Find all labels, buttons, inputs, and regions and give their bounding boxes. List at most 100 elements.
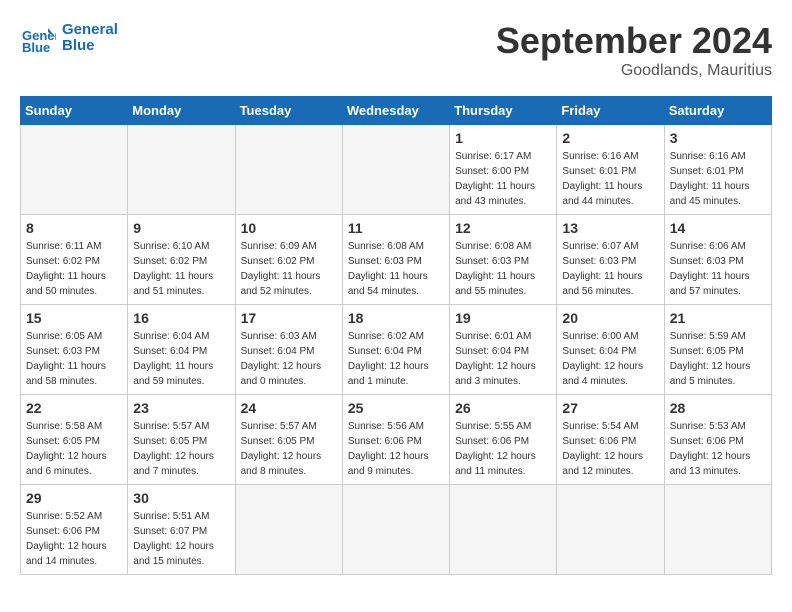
calendar-cell: 17 Sunrise: 6:03 AM Sunset: 6:04 PM Dayl… bbox=[235, 305, 342, 395]
day-info: Sunrise: 5:53 AM Sunset: 6:06 PM Dayligh… bbox=[670, 419, 766, 479]
day-info: Sunrise: 5:55 AM Sunset: 6:06 PM Dayligh… bbox=[455, 419, 551, 479]
week-row-1: 1 Sunrise: 6:17 AM Sunset: 6:00 PM Dayli… bbox=[21, 125, 772, 215]
day-number: 27 bbox=[562, 400, 658, 416]
weekday-sunday: Sunday bbox=[21, 97, 128, 125]
weekday-wednesday: Wednesday bbox=[342, 97, 449, 125]
day-number: 3 bbox=[670, 130, 766, 146]
day-number: 18 bbox=[348, 310, 444, 326]
day-number: 16 bbox=[133, 310, 229, 326]
day-info: Sunrise: 6:04 AM Sunset: 6:04 PM Dayligh… bbox=[133, 329, 229, 389]
calendar-cell: 9 Sunrise: 6:10 AM Sunset: 6:02 PM Dayli… bbox=[128, 215, 235, 305]
day-info: Sunrise: 5:58 AM Sunset: 6:05 PM Dayligh… bbox=[26, 419, 122, 479]
calendar-cell: 19 Sunrise: 6:01 AM Sunset: 6:04 PM Dayl… bbox=[450, 305, 557, 395]
calendar-cell bbox=[557, 485, 664, 575]
day-info: Sunrise: 6:00 AM Sunset: 6:04 PM Dayligh… bbox=[562, 329, 658, 389]
day-number: 14 bbox=[670, 220, 766, 236]
day-info: Sunrise: 6:08 AM Sunset: 6:03 PM Dayligh… bbox=[455, 239, 551, 299]
day-info: Sunrise: 6:02 AM Sunset: 6:04 PM Dayligh… bbox=[348, 329, 444, 389]
calendar-cell: 24 Sunrise: 5:57 AM Sunset: 6:05 PM Dayl… bbox=[235, 395, 342, 485]
day-info: Sunrise: 5:54 AM Sunset: 6:06 PM Dayligh… bbox=[562, 419, 658, 479]
calendar-cell: 2 Sunrise: 6:16 AM Sunset: 6:01 PM Dayli… bbox=[557, 125, 664, 215]
calendar-cell: 15 Sunrise: 6:05 AM Sunset: 6:03 PM Dayl… bbox=[21, 305, 128, 395]
calendar-cell: 8 Sunrise: 6:11 AM Sunset: 6:02 PM Dayli… bbox=[21, 215, 128, 305]
day-number: 1 bbox=[455, 130, 551, 146]
month-title: September 2024 bbox=[496, 20, 772, 62]
day-number: 20 bbox=[562, 310, 658, 326]
day-info: Sunrise: 6:08 AM Sunset: 6:03 PM Dayligh… bbox=[348, 239, 444, 299]
calendar-cell: 25 Sunrise: 5:56 AM Sunset: 6:06 PM Dayl… bbox=[342, 395, 449, 485]
day-number: 19 bbox=[455, 310, 551, 326]
day-number: 15 bbox=[26, 310, 122, 326]
weekday-thursday: Thursday bbox=[450, 97, 557, 125]
calendar-cell: 16 Sunrise: 6:04 AM Sunset: 6:04 PM Dayl… bbox=[128, 305, 235, 395]
day-info: Sunrise: 6:17 AM Sunset: 6:00 PM Dayligh… bbox=[455, 149, 551, 209]
calendar-cell bbox=[128, 125, 235, 215]
day-info: Sunrise: 6:03 AM Sunset: 6:04 PM Dayligh… bbox=[241, 329, 337, 389]
day-number: 30 bbox=[133, 490, 229, 506]
page-header: General Blue General Blue September 2024… bbox=[20, 20, 772, 80]
day-number: 17 bbox=[241, 310, 337, 326]
day-number: 25 bbox=[348, 400, 444, 416]
weekday-header-row: SundayMondayTuesdayWednesdayThursdayFrid… bbox=[21, 97, 772, 125]
title-block: September 2024 Goodlands, Mauritius bbox=[496, 20, 772, 80]
logo-icon: General Blue bbox=[20, 20, 56, 56]
calendar-cell: 27 Sunrise: 5:54 AM Sunset: 6:06 PM Dayl… bbox=[557, 395, 664, 485]
calendar-cell: 13 Sunrise: 6:07 AM Sunset: 6:03 PM Dayl… bbox=[557, 215, 664, 305]
weekday-monday: Monday bbox=[128, 97, 235, 125]
day-info: Sunrise: 6:07 AM Sunset: 6:03 PM Dayligh… bbox=[562, 239, 658, 299]
day-info: Sunrise: 6:05 AM Sunset: 6:03 PM Dayligh… bbox=[26, 329, 122, 389]
calendar-cell bbox=[342, 485, 449, 575]
day-number: 10 bbox=[241, 220, 337, 236]
calendar-cell: 3 Sunrise: 6:16 AM Sunset: 6:01 PM Dayli… bbox=[664, 125, 771, 215]
day-number: 28 bbox=[670, 400, 766, 416]
day-info: Sunrise: 6:16 AM Sunset: 6:01 PM Dayligh… bbox=[670, 149, 766, 209]
week-row-3: 15 Sunrise: 6:05 AM Sunset: 6:03 PM Dayl… bbox=[21, 305, 772, 395]
week-row-2: 8 Sunrise: 6:11 AM Sunset: 6:02 PM Dayli… bbox=[21, 215, 772, 305]
day-info: Sunrise: 6:01 AM Sunset: 6:04 PM Dayligh… bbox=[455, 329, 551, 389]
calendar-cell: 14 Sunrise: 6:06 AM Sunset: 6:03 PM Dayl… bbox=[664, 215, 771, 305]
day-number: 9 bbox=[133, 220, 229, 236]
calendar-cell bbox=[664, 485, 771, 575]
day-number: 26 bbox=[455, 400, 551, 416]
calendar-cell: 12 Sunrise: 6:08 AM Sunset: 6:03 PM Dayl… bbox=[450, 215, 557, 305]
calendar-table: SundayMondayTuesdayWednesdayThursdayFrid… bbox=[20, 96, 772, 575]
day-number: 13 bbox=[562, 220, 658, 236]
day-number: 8 bbox=[26, 220, 122, 236]
calendar-cell bbox=[342, 125, 449, 215]
day-info: Sunrise: 5:51 AM Sunset: 6:07 PM Dayligh… bbox=[133, 509, 229, 569]
day-info: Sunrise: 6:10 AM Sunset: 6:02 PM Dayligh… bbox=[133, 239, 229, 299]
calendar-cell: 23 Sunrise: 5:57 AM Sunset: 6:05 PM Dayl… bbox=[128, 395, 235, 485]
day-info: Sunrise: 5:59 AM Sunset: 6:05 PM Dayligh… bbox=[670, 329, 766, 389]
day-info: Sunrise: 6:11 AM Sunset: 6:02 PM Dayligh… bbox=[26, 239, 122, 299]
calendar-cell: 22 Sunrise: 5:58 AM Sunset: 6:05 PM Dayl… bbox=[21, 395, 128, 485]
logo: General Blue General Blue bbox=[20, 20, 118, 56]
calendar-cell bbox=[450, 485, 557, 575]
calendar-cell: 1 Sunrise: 6:17 AM Sunset: 6:00 PM Dayli… bbox=[450, 125, 557, 215]
weekday-saturday: Saturday bbox=[664, 97, 771, 125]
calendar-cell: 29 Sunrise: 5:52 AM Sunset: 6:06 PM Dayl… bbox=[21, 485, 128, 575]
calendar-cell: 26 Sunrise: 5:55 AM Sunset: 6:06 PM Dayl… bbox=[450, 395, 557, 485]
day-number: 11 bbox=[348, 220, 444, 236]
day-info: Sunrise: 6:09 AM Sunset: 6:02 PM Dayligh… bbox=[241, 239, 337, 299]
calendar-cell: 20 Sunrise: 6:00 AM Sunset: 6:04 PM Dayl… bbox=[557, 305, 664, 395]
calendar-cell: 18 Sunrise: 6:02 AM Sunset: 6:04 PM Dayl… bbox=[342, 305, 449, 395]
day-info: Sunrise: 5:52 AM Sunset: 6:06 PM Dayligh… bbox=[26, 509, 122, 569]
day-info: Sunrise: 5:56 AM Sunset: 6:06 PM Dayligh… bbox=[348, 419, 444, 479]
day-number: 21 bbox=[670, 310, 766, 326]
week-row-4: 22 Sunrise: 5:58 AM Sunset: 6:05 PM Dayl… bbox=[21, 395, 772, 485]
day-number: 29 bbox=[26, 490, 122, 506]
calendar-cell: 10 Sunrise: 6:09 AM Sunset: 6:02 PM Dayl… bbox=[235, 215, 342, 305]
svg-text:Blue: Blue bbox=[22, 40, 50, 55]
day-info: Sunrise: 5:57 AM Sunset: 6:05 PM Dayligh… bbox=[133, 419, 229, 479]
calendar-cell bbox=[235, 125, 342, 215]
calendar-cell: 30 Sunrise: 5:51 AM Sunset: 6:07 PM Dayl… bbox=[128, 485, 235, 575]
week-row-5: 29 Sunrise: 5:52 AM Sunset: 6:06 PM Dayl… bbox=[21, 485, 772, 575]
day-number: 12 bbox=[455, 220, 551, 236]
calendar-cell bbox=[21, 125, 128, 215]
weekday-tuesday: Tuesday bbox=[235, 97, 342, 125]
day-number: 2 bbox=[562, 130, 658, 146]
location: Goodlands, Mauritius bbox=[496, 62, 772, 80]
calendar-cell bbox=[235, 485, 342, 575]
day-info: Sunrise: 6:06 AM Sunset: 6:03 PM Dayligh… bbox=[670, 239, 766, 299]
day-number: 23 bbox=[133, 400, 229, 416]
